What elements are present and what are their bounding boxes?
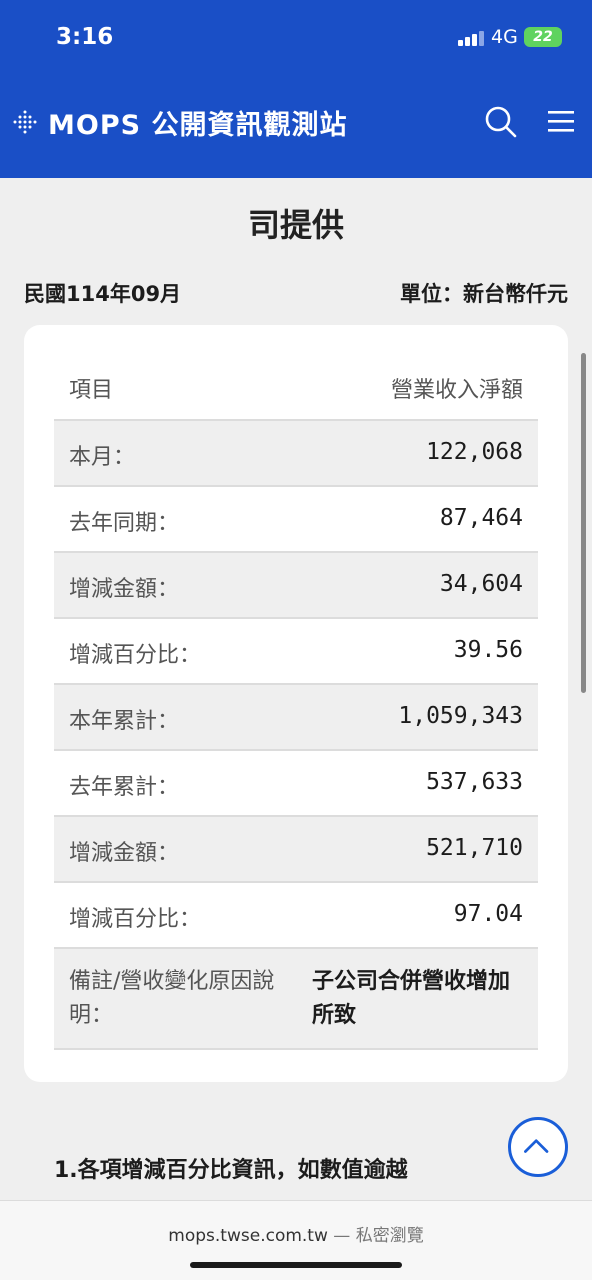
home-indicator[interactable] xyxy=(190,1262,402,1268)
currency-unit: 單位：新台幣仟元 xyxy=(400,282,568,306)
app-header: MOPS 公開資訊觀測站 xyxy=(0,75,592,178)
hamburger-menu-icon[interactable] xyxy=(546,105,576,137)
status-time: 3:16 xyxy=(56,24,114,50)
browser-bar: mops.twse.com.tw — 私密瀏覽 xyxy=(0,1200,592,1280)
table-row: 增減百分比： 39.56 xyxy=(54,619,538,685)
table-row: 本年累計： 1,059,343 xyxy=(54,685,538,751)
row-value: 39.56 xyxy=(453,637,523,663)
page-heading-line: 司提供 xyxy=(247,206,344,244)
table-row-note: 備註/營收變化原因說明： 子公司合併營收增加所致 xyxy=(54,949,538,1050)
revenue-card: 項目 營業收入淨額 本月： 122,068 去年同期： 87,464 增減金額：… xyxy=(24,325,568,1082)
report-period: 民國114年09月 xyxy=(24,282,182,306)
site-title[interactable]: MOPS 公開資訊觀測站 xyxy=(48,103,347,142)
scrollbar[interactable] xyxy=(581,353,586,693)
note-value: 子公司合併營收增加所致 xyxy=(312,969,511,1028)
row-value: 521,710 xyxy=(426,835,523,861)
row-label: 本月： xyxy=(69,445,136,470)
footnote-text: 1.各項增減百分比資訊，如數值逾越 xyxy=(54,1158,408,1183)
mops-logo-icon xyxy=(13,110,37,134)
table-row: 增減金額： 521,710 xyxy=(54,817,538,883)
row-value: 34,604 xyxy=(439,571,523,597)
url-separator: — xyxy=(327,1226,356,1246)
row-value: 97.04 xyxy=(453,901,523,927)
column-header-item: 項目 xyxy=(69,378,114,403)
row-value: 122,068 xyxy=(426,439,523,465)
row-label: 增減百分比： xyxy=(69,907,202,932)
row-value: 537,633 xyxy=(426,769,523,795)
chevron-up-icon xyxy=(524,1139,549,1153)
private-mode-label: 私密瀏覽 xyxy=(355,1226,424,1246)
table-row: 去年同期： 87,464 xyxy=(54,487,538,553)
network-type: 4G xyxy=(491,26,518,48)
row-label: 去年同期： xyxy=(69,511,180,536)
url-text: mops.twse.com.tw xyxy=(168,1226,328,1246)
table-row: 本月： 122,068 xyxy=(54,421,538,487)
cellular-signal-icon xyxy=(458,30,484,46)
row-value: 1,059,343 xyxy=(398,703,523,729)
column-header-revenue: 營業收入淨額 xyxy=(390,378,523,403)
note-label: 備註/營收變化原因說明： xyxy=(69,969,275,1028)
row-label: 增減金額： xyxy=(69,841,180,866)
battery-icon: 22 xyxy=(524,27,562,47)
table-header: 項目 營業收入淨額 xyxy=(54,355,538,421)
table-row: 去年累計： 537,633 xyxy=(54,751,538,817)
row-label: 增減金額： xyxy=(69,577,180,602)
revenue-table: 項目 營業收入淨額 本月： 122,068 去年同期： 87,464 增減金額：… xyxy=(54,355,538,1050)
row-value: 87,464 xyxy=(439,505,523,531)
table-row: 增減金額： 34,604 xyxy=(54,553,538,619)
table-row: 增減百分比： 97.04 xyxy=(54,883,538,949)
search-icon[interactable] xyxy=(484,105,518,139)
row-label: 本年累計： xyxy=(69,709,180,734)
row-label: 增減百分比： xyxy=(69,643,202,668)
address-bar[interactable]: mops.twse.com.tw — 私密瀏覽 xyxy=(0,1221,592,1246)
status-bar: 3:16 4G 22 xyxy=(0,0,592,75)
row-label: 去年累計： xyxy=(69,775,180,800)
scroll-to-top-button[interactable] xyxy=(508,1117,568,1177)
